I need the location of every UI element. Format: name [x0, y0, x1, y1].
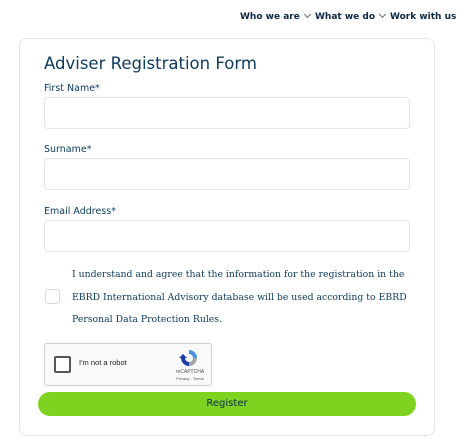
nav-work-with-us-label: Work with us [390, 12, 457, 22]
chevron-down-icon [378, 10, 387, 19]
email-input[interactable] [44, 220, 410, 252]
nav-who-we-are-label: Who we are [240, 12, 300, 22]
nav-who-we-are[interactable]: Who we are [240, 10, 311, 22]
register-button[interactable]: Register [38, 392, 416, 416]
recaptcha-label: I'm not a robot [79, 358, 127, 367]
recaptcha-checkbox[interactable] [54, 356, 71, 373]
consent-checkbox[interactable] [45, 289, 60, 304]
first-name-label: First Name* [44, 83, 100, 94]
form-title: Adviser Registration Form [44, 54, 257, 73]
recaptcha-privacy-terms[interactable]: Privacy - Terms [171, 376, 209, 381]
recaptcha-logo-icon [179, 350, 197, 366]
recaptcha-brand: reCAPTCHA [175, 369, 205, 375]
nav-what-we-do-label: What we do [315, 12, 376, 22]
consent-text-line-3: Personal Data Protection Rules. [72, 314, 223, 325]
first-name-input[interactable] [44, 97, 410, 129]
surname-input[interactable] [44, 158, 410, 190]
nav-work-with-us[interactable]: Work with us [390, 12, 457, 22]
recaptcha-widget: I'm not a robot reCAPTCHA Privacy - Term… [44, 343, 212, 386]
nav-what-we-do[interactable]: What we do [315, 10, 387, 22]
email-label: Email Address* [44, 206, 116, 217]
surname-label: Surname* [44, 144, 92, 155]
consent-text-line-2: EBRD International Advisory database wil… [72, 292, 407, 303]
top-navigation: Who we are What we do Work with us [0, 10, 457, 28]
chevron-down-icon [303, 10, 311, 19]
consent-text-line-1: I understand and agree that the informat… [72, 269, 405, 280]
